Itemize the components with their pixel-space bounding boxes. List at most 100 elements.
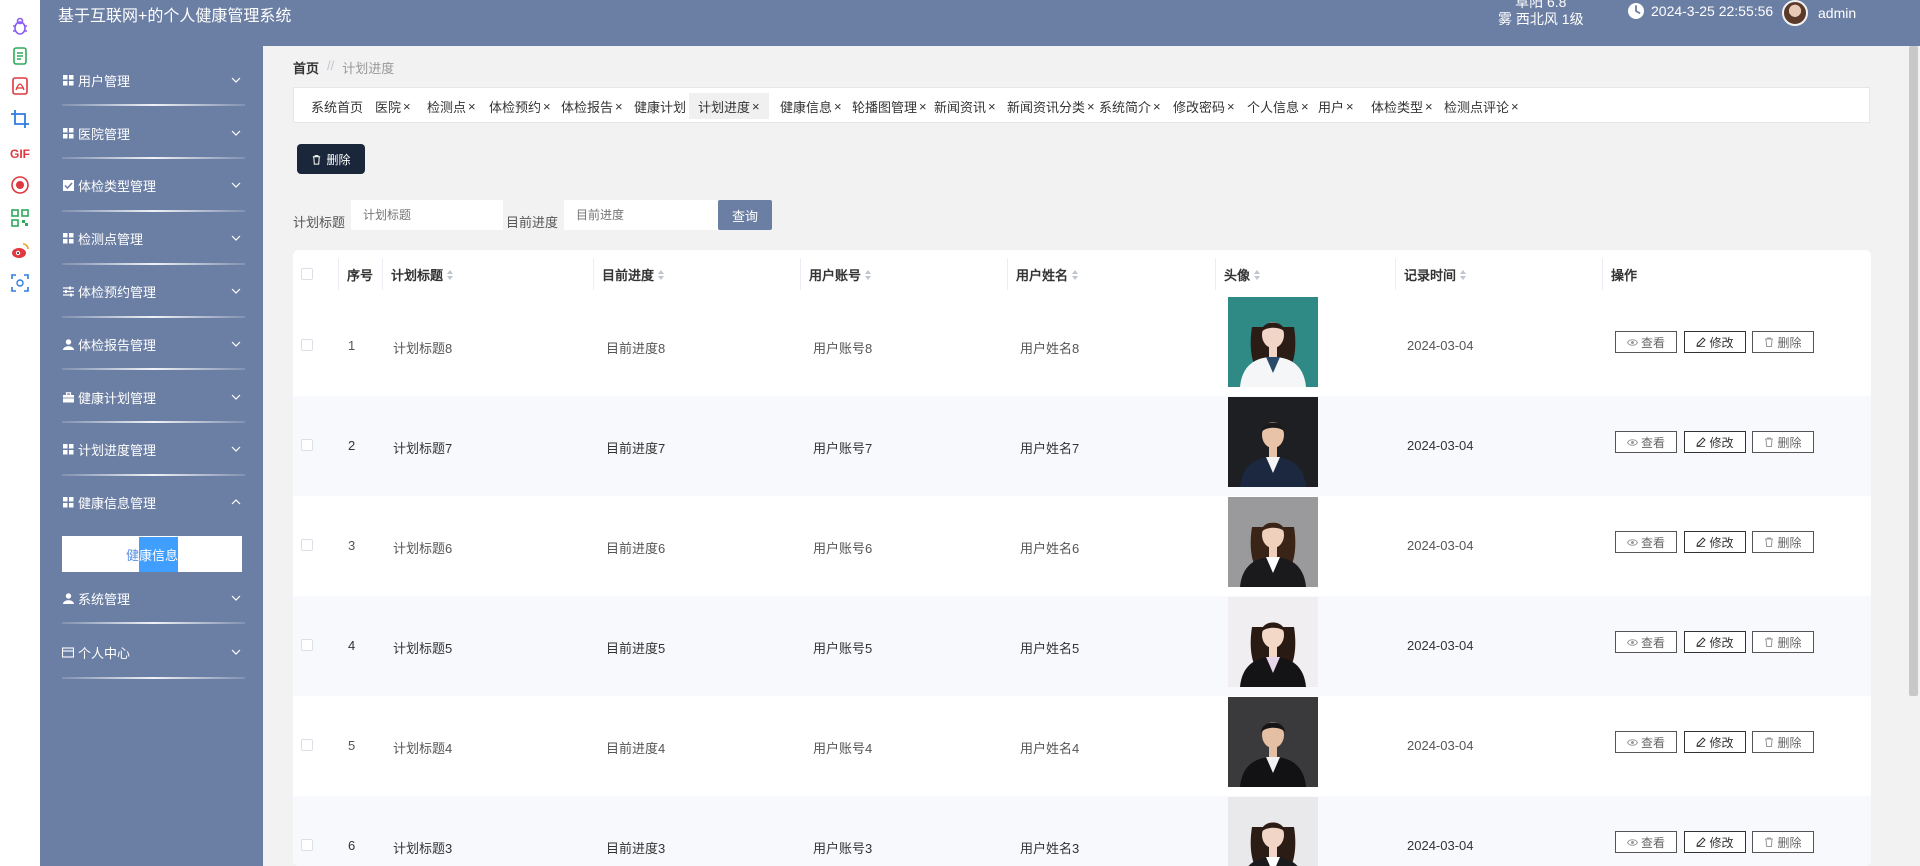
sort-icon[interactable] — [447, 269, 454, 280]
sort-icon[interactable] — [658, 269, 665, 280]
tab-12[interactable]: 修改密码 × — [1164, 93, 1244, 119]
sidebar-item-1[interactable]: 医院管理 — [62, 113, 245, 153]
view-button[interactable]: 查看 — [1615, 731, 1677, 753]
chevron-down-icon[interactable] — [231, 442, 241, 452]
tab-6[interactable]: 计划进度 × — [689, 93, 769, 119]
delete-button[interactable]: 删除 — [1752, 731, 1814, 753]
batch-delete-button[interactable]: 删除 — [297, 144, 365, 174]
sidebar-item-7[interactable]: 计划进度管理 — [62, 429, 245, 469]
view-button[interactable]: 查看 — [1615, 831, 1677, 853]
chevron-down-icon[interactable] — [231, 337, 241, 347]
close-icon[interactable]: × — [1153, 99, 1161, 114]
header-account[interactable]: 用户账号 — [809, 265, 872, 284]
breadcrumb-home[interactable]: 首页 — [293, 58, 319, 77]
view-button[interactable]: 查看 — [1615, 431, 1677, 453]
sidebar-subitem-health-info[interactable]: 健康信息 — [62, 536, 242, 572]
user-menu[interactable]: admin — [1782, 0, 1856, 26]
header-name[interactable]: 用户姓名 — [1016, 265, 1079, 284]
row-checkbox[interactable] — [301, 839, 313, 851]
view-button[interactable]: 查看 — [1615, 631, 1677, 653]
tab-13[interactable]: 个人信息 × — [1238, 93, 1318, 119]
chevron-down-icon[interactable] — [231, 645, 241, 655]
tab-14[interactable]: 用户 × — [1309, 93, 1363, 119]
delete-button[interactable]: 删除 — [1752, 631, 1814, 653]
gif-icon[interactable]: GIF — [9, 142, 31, 164]
sidebar-item-10[interactable]: 个人中心 — [62, 632, 245, 672]
sidebar-item-5[interactable]: 体检报告管理 — [62, 324, 245, 364]
record-icon[interactable] — [9, 174, 31, 196]
table-row[interactable]: 1 计划标题8 目前进度8 用户账号8 用户姓名8 2024-03-04 查看 修改 删除 — [293, 296, 1871, 396]
search-title-input[interactable] — [351, 200, 503, 230]
edit-button[interactable]: 修改 — [1684, 331, 1746, 353]
chevron-down-icon[interactable] — [231, 231, 241, 241]
delete-button[interactable]: 删除 — [1752, 331, 1814, 353]
sidebar-item-2[interactable]: 体检类型管理 — [62, 165, 245, 205]
scan-icon[interactable] — [9, 272, 31, 294]
sort-icon[interactable] — [1254, 269, 1261, 280]
search-button[interactable]: 查询 — [718, 200, 772, 230]
chevron-down-icon[interactable] — [231, 178, 241, 188]
tab-3[interactable]: 体检预约 × — [480, 93, 560, 119]
sidebar-item-8[interactable]: 健康信息管理 — [62, 482, 245, 522]
search-progress-input[interactable] — [564, 200, 718, 230]
edit-button[interactable]: 修改 — [1684, 631, 1746, 653]
tab-2[interactable]: 检测点 × — [418, 93, 485, 119]
edit-button[interactable]: 修改 — [1684, 831, 1746, 853]
tab-11[interactable]: 系统简介 × — [1090, 93, 1170, 119]
sort-icon[interactable] — [1072, 269, 1079, 280]
row-checkbox[interactable] — [301, 639, 313, 651]
tab-7[interactable]: 健康信息 × — [771, 93, 851, 119]
row-checkbox[interactable] — [301, 539, 313, 551]
table-row[interactable]: 5 计划标题4 目前进度4 用户账号4 用户姓名4 2024-03-04 查看 修改 删除 — [293, 696, 1871, 796]
header-progress[interactable]: 目前进度 — [602, 265, 665, 284]
qr-icon[interactable] — [9, 207, 31, 229]
header-avatar[interactable]: 头像 — [1224, 265, 1261, 284]
sidebar-item-9[interactable]: 系统管理 — [62, 578, 245, 618]
tab-8[interactable]: 轮播图管理 × — [843, 93, 936, 119]
sidebar-item-6[interactable]: 健康计划管理 — [62, 377, 245, 417]
close-icon[interactable]: × — [1346, 99, 1354, 114]
table-row[interactable]: 2 计划标题7 目前进度7 用户账号7 用户姓名7 2024-03-04 查看 修改 删除 — [293, 396, 1871, 496]
tab-10[interactable]: 新闻资讯分类 × — [998, 93, 1104, 119]
delete-button[interactable]: 删除 — [1752, 431, 1814, 453]
tab-15[interactable]: 体检类型 × — [1362, 93, 1442, 119]
delete-button[interactable]: 删除 — [1752, 531, 1814, 553]
tab-9[interactable]: 新闻资讯 × — [925, 93, 1005, 119]
close-icon[interactable]: × — [752, 99, 760, 114]
chevron-down-icon[interactable] — [231, 591, 241, 601]
table-row[interactable]: 6 计划标题3 目前进度3 用户账号3 用户姓名3 2024-03-04 查看 修改 删除 — [293, 796, 1871, 866]
table-row[interactable]: 3 计划标题6 目前进度6 用户账号6 用户姓名6 2024-03-04 查看 修改 删除 — [293, 496, 1871, 596]
username[interactable]: admin — [1818, 5, 1856, 21]
close-icon[interactable]: × — [988, 99, 996, 114]
row-checkbox[interactable] — [301, 339, 313, 351]
row-checkbox[interactable] — [301, 439, 313, 451]
weibo-icon[interactable] — [9, 240, 31, 262]
avatar[interactable] — [1782, 0, 1808, 26]
page-scrollbar[interactable] — [1907, 46, 1920, 866]
tab-0[interactable]: 系统首页 — [302, 93, 372, 119]
chevron-down-icon[interactable] — [231, 126, 241, 136]
edit-button[interactable]: 修改 — [1684, 731, 1746, 753]
close-icon[interactable]: × — [468, 99, 476, 114]
edit-button[interactable]: 修改 — [1684, 431, 1746, 453]
close-icon[interactable]: × — [1425, 99, 1433, 114]
sidebar-item-4[interactable]: 体检预约管理 — [62, 271, 245, 311]
close-icon[interactable]: × — [543, 99, 551, 114]
close-icon[interactable]: × — [1301, 99, 1309, 114]
chevron-up-icon[interactable] — [231, 495, 241, 505]
table-row[interactable]: 4 计划标题5 目前进度5 用户账号5 用户姓名5 2024-03-04 查看 修改 删除 — [293, 596, 1871, 696]
chevron-down-icon[interactable] — [231, 390, 241, 400]
sidebar-item-0[interactable]: 用户管理 — [62, 60, 245, 100]
header-title[interactable]: 计划标题 — [391, 265, 454, 284]
row-checkbox[interactable] — [301, 739, 313, 751]
crop-icon[interactable] — [9, 108, 31, 130]
close-icon[interactable]: × — [1511, 99, 1519, 114]
header-time[interactable]: 记录时间 — [1404, 265, 1467, 284]
sidebar-item-3[interactable]: 检测点管理 — [62, 218, 245, 258]
bug-icon[interactable] — [9, 15, 31, 37]
note-icon[interactable] — [9, 45, 31, 67]
view-button[interactable]: 查看 — [1615, 531, 1677, 553]
sort-icon[interactable] — [1460, 269, 1467, 280]
delete-button[interactable]: 删除 — [1752, 831, 1814, 853]
close-icon[interactable]: × — [834, 99, 842, 114]
